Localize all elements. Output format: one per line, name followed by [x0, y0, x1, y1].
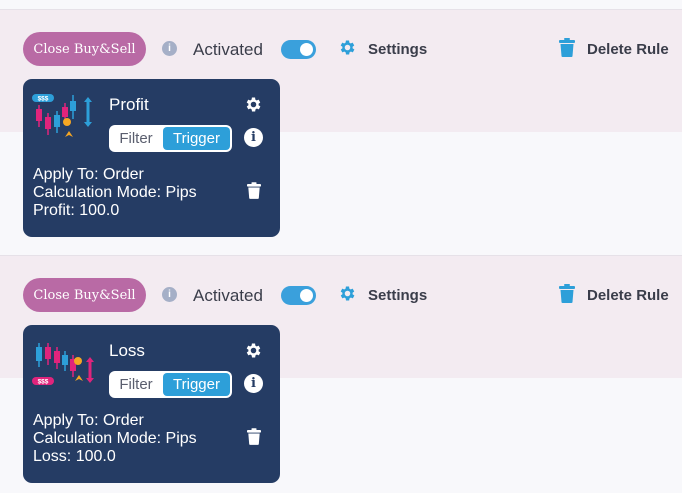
loss-chart-icon: $$$ — [32, 343, 94, 386]
trash-icon[interactable] — [559, 38, 575, 57]
detail-line: Profit: 100.0 — [33, 202, 120, 219]
status-label: Activated — [193, 286, 263, 305]
action-button[interactable]: Close Buy&Sell — [23, 32, 146, 66]
info-icon[interactable]: i — [244, 128, 263, 147]
profit-chart-icon: $$$ — [32, 94, 92, 137]
activated-toggle[interactable] — [281, 40, 316, 59]
detail-line: Calculation Mode: Pips — [33, 430, 197, 447]
trash-icon[interactable] — [247, 428, 261, 445]
trash-icon[interactable] — [247, 182, 261, 199]
gear-icon[interactable] — [244, 341, 263, 360]
trigger-option[interactable]: Trigger — [163, 373, 230, 396]
condition-card: $$$ Profit Filter Trigger i Apply To: Or… — [23, 79, 280, 237]
filter-option[interactable]: Filter — [109, 371, 163, 398]
status-label: Activated — [193, 40, 263, 59]
condition-details: Apply To: Order Calculation Mode: Pips L… — [33, 412, 197, 466]
gear-icon[interactable] — [338, 284, 357, 303]
detail-line: Calculation Mode: Pips — [33, 184, 197, 201]
toggle-knob — [300, 289, 313, 302]
toggle-knob — [300, 43, 313, 56]
info-icon[interactable]: i — [162, 287, 177, 302]
delete-rule-button[interactable]: Delete Rule — [587, 287, 669, 304]
settings-button[interactable]: Settings — [368, 287, 427, 304]
condition-title: Loss — [109, 341, 145, 360]
svg-text:$$$: $$$ — [38, 379, 49, 386]
detail-line: Apply To: Order — [33, 166, 144, 183]
gear-icon[interactable] — [244, 95, 263, 114]
condition-details: Apply To: Order Calculation Mode: Pips P… — [33, 166, 197, 220]
filter-trigger-switch: Filter Trigger — [109, 125, 232, 152]
condition-card: $$$ Loss Filter Trigger i Apply To: Orde… — [23, 325, 280, 483]
filter-trigger-switch: Filter Trigger — [109, 371, 232, 398]
condition-title: Profit — [109, 95, 149, 114]
delete-rule-button[interactable]: Delete Rule — [587, 41, 669, 58]
action-button[interactable]: Close Buy&Sell — [23, 278, 146, 312]
info-icon[interactable]: i — [162, 41, 177, 56]
rule-row: Close Buy&Sell i Activated Settings Dele… — [0, 246, 682, 492]
svg-text:$$$: $$$ — [38, 96, 49, 103]
info-icon[interactable]: i — [244, 374, 263, 393]
trash-icon[interactable] — [559, 284, 575, 303]
detail-line: Apply To: Order — [33, 412, 144, 429]
rule-row: Close Buy&Sell i Activated Settings Dele… — [0, 0, 682, 246]
filter-option[interactable]: Filter — [109, 125, 163, 152]
activated-toggle[interactable] — [281, 286, 316, 305]
settings-button[interactable]: Settings — [368, 41, 427, 58]
trigger-option[interactable]: Trigger — [163, 127, 230, 150]
detail-line: Loss: 100.0 — [33, 448, 116, 465]
gear-icon[interactable] — [338, 38, 357, 57]
